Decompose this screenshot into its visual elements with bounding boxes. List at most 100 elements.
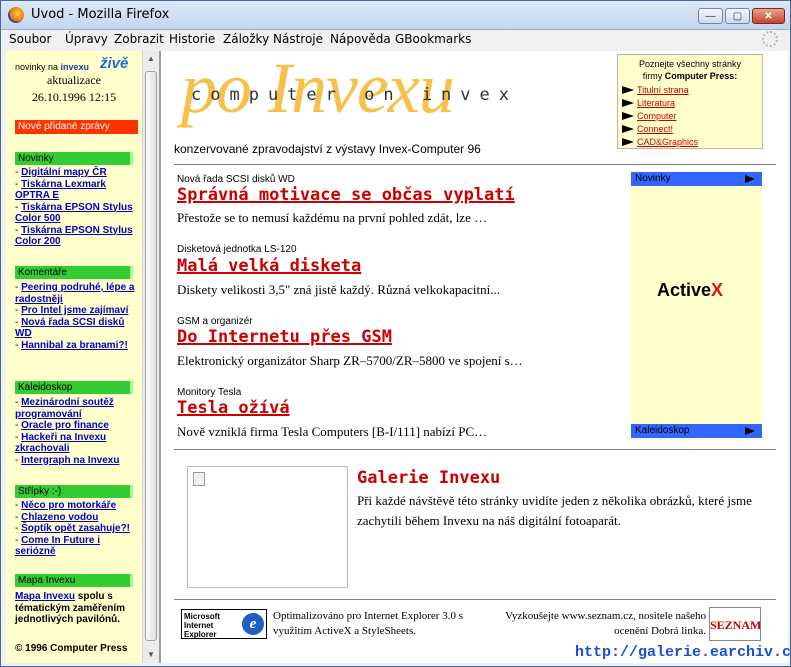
cp-heading: Poznejte všechny stránky firmy Computer P… bbox=[638, 59, 742, 81]
activity-throbber-icon bbox=[762, 31, 778, 47]
cp-link-titulni[interactable]: Titulní strana bbox=[637, 85, 689, 95]
computer-press-box: Poznejte všechny stránky firmy Computer P… bbox=[617, 54, 763, 149]
scroll-thumb[interactable] bbox=[145, 71, 157, 641]
menu-historie[interactable]: Historie bbox=[169, 32, 215, 46]
link-item[interactable]: Digitální mapy ČR bbox=[21, 167, 107, 178]
ad-novinky-bar[interactable]: Novinky bbox=[631, 172, 762, 186]
news-excerpt: Přestože se to nemusí každému na první p… bbox=[177, 210, 488, 225]
link-item[interactable]: Chlazeno vodou bbox=[21, 512, 98, 523]
update-time: 26.10.1996 12:15 bbox=[31, 90, 117, 104]
menu-gbookmarks[interactable]: GBookmarks bbox=[395, 32, 471, 46]
section-stripky[interactable]: Střípky :-) bbox=[15, 485, 133, 498]
divider bbox=[174, 164, 776, 165]
link-item[interactable]: Pro Intel jsme zajímaví bbox=[21, 305, 128, 316]
broken-image-icon bbox=[193, 472, 205, 486]
link-item[interactable]: Peering podruhé, lépe a radostněji bbox=[15, 282, 134, 305]
main-content-frame: po Invexu computer on invex konzervované… bbox=[159, 51, 788, 663]
gallery-title[interactable]: Galerie Invexu bbox=[357, 468, 500, 488]
ie-badge-text: Microsoft Internet Explorer bbox=[184, 612, 220, 639]
ie-badge[interactable]: Microsoft Internet Explorer e bbox=[181, 609, 267, 639]
menu-soubor[interactable]: Soubor bbox=[9, 32, 51, 46]
news-headline[interactable]: Malá velká disketa bbox=[177, 256, 361, 276]
news-excerpt: Nově vzniklá firma Tesla Computers [B-I/… bbox=[177, 424, 488, 439]
logo-brand: invexu bbox=[60, 62, 90, 72]
scroll-up-icon[interactable]: ▲ bbox=[143, 51, 159, 67]
menu-zobrazit[interactable]: Zobrazit bbox=[114, 32, 164, 46]
section-novinky[interactable]: Novinky bbox=[15, 152, 133, 165]
section-kaleidoskop[interactable]: Kaleidoskop bbox=[15, 381, 133, 394]
arrow-right-icon bbox=[745, 175, 755, 183]
scroll-down-icon[interactable]: ▼ bbox=[143, 647, 159, 663]
cp-link-row: Computer bbox=[622, 111, 677, 121]
window-title: Uvod - Mozilla Firefox bbox=[31, 7, 170, 22]
mapa-link[interactable]: Mapa Invexu bbox=[15, 591, 75, 602]
news-headline[interactable]: Správná motivace se občas vyplatí bbox=[177, 185, 515, 205]
cp-link-cad[interactable]: CAD&Graphics bbox=[637, 137, 698, 147]
copyright: © 1996 Computer Press bbox=[15, 643, 128, 654]
arrow-icon bbox=[622, 138, 634, 146]
link-item[interactable]: Oracle pro finance bbox=[21, 420, 109, 431]
minimize-button[interactable]: — bbox=[698, 8, 723, 24]
internet-explorer-icon: e bbox=[242, 613, 264, 635]
menu-nastroje[interactable]: Nástroje bbox=[273, 32, 323, 46]
news-excerpt: Diskety velikosti 3,5" zná jistě každý. … bbox=[177, 282, 501, 297]
cp-link-row: Connect! bbox=[622, 124, 673, 134]
maximize-button[interactable]: ▢ bbox=[725, 8, 750, 24]
arrow-icon bbox=[622, 86, 634, 94]
close-button[interactable]: ✕ bbox=[752, 8, 785, 24]
section-komentare[interactable]: Komentáře bbox=[15, 266, 133, 279]
menu-upravy[interactable]: Úpravy bbox=[65, 32, 108, 46]
news-category: GSM a organizér bbox=[177, 316, 253, 327]
firefox-logo-icon bbox=[8, 7, 24, 23]
arrow-icon bbox=[622, 112, 634, 120]
link-item[interactable]: Tiskárna Lexmark OPTRA E bbox=[15, 179, 106, 202]
link-item[interactable]: Tiskárna EPSON Stylus Color 500 bbox=[15, 202, 133, 225]
gallery-text: Při každé návštěvě této stránky uvidíte … bbox=[357, 493, 752, 528]
tagline: konzervované zpravodajství z výstavy Inv… bbox=[174, 142, 481, 156]
browser-window: Uvod - Mozilla Firefox — ▢ ✕ Soubor Úpra… bbox=[0, 0, 791, 667]
news-category: Monitory Tesla bbox=[177, 387, 242, 398]
cp-link-row: Titulní strana bbox=[622, 85, 689, 95]
link-item[interactable]: Hackeři na Invexu zkrachovali bbox=[15, 432, 106, 455]
link-item[interactable]: Mezinárodní soutěž programování bbox=[15, 397, 114, 420]
logo-live: živě bbox=[100, 55, 129, 72]
cp-link-row: CAD&Graphics bbox=[622, 137, 698, 147]
watermark: http://galerie.earchiv.cz bbox=[575, 644, 791, 661]
link-item[interactable]: Něco pro motorkáře bbox=[21, 500, 116, 511]
update-label: aktualizace bbox=[47, 73, 101, 87]
ad-kaleidoskop-bar[interactable]: Kaleidoskop bbox=[631, 424, 762, 438]
news-excerpt: Elektronický organizátor Sharp ZR–5700/Z… bbox=[177, 353, 523, 368]
news-category: Nová řada SCSI disků WD bbox=[177, 174, 295, 185]
optimized-note: Optimalizováno pro Internet Explorer 3.0… bbox=[273, 610, 464, 637]
gallery-image[interactable] bbox=[187, 466, 348, 588]
cp-link-connect[interactable]: Connect! bbox=[637, 124, 673, 134]
section-mapa[interactable]: Mapa Invexu bbox=[15, 574, 133, 587]
menu-napoveda[interactable]: Nápověda bbox=[330, 32, 391, 46]
link-item[interactable]: Tiskárna EPSON Stylus Color 200 bbox=[15, 225, 133, 248]
arrow-right-icon bbox=[745, 427, 755, 435]
link-item[interactable]: Intergraph na Invexu bbox=[21, 455, 119, 466]
news-headline[interactable]: Do Internetu přes GSM bbox=[177, 327, 392, 347]
link-item[interactable]: Come In Future i seriózně bbox=[15, 535, 100, 558]
arrow-icon bbox=[622, 99, 634, 107]
cp-link-literatura[interactable]: Literatura bbox=[637, 98, 675, 108]
activex-logo: ActiveX bbox=[657, 280, 724, 300]
news-category: Disketová jednotka LS-120 bbox=[177, 244, 297, 255]
cp-link-computer[interactable]: Computer bbox=[637, 111, 677, 121]
news-headline[interactable]: Tesla ožívá bbox=[177, 398, 290, 418]
page-subtitle: computer on invex bbox=[191, 85, 518, 105]
arrow-icon bbox=[622, 125, 634, 133]
mapa-text: Mapa Invexu spolu s tématickým zaměřením… bbox=[15, 591, 126, 625]
seznam-logo[interactable]: SEZNAM bbox=[709, 607, 761, 641]
menu-zalozky[interactable]: Záložky bbox=[223, 32, 269, 46]
activex-ad-box: Novinky ActiveX Kaleidoskop bbox=[631, 172, 762, 440]
divider bbox=[174, 599, 776, 600]
left-scrollbar[interactable]: ▲ ▼ bbox=[142, 51, 159, 663]
link-item[interactable]: Hannibal za branami?! bbox=[21, 340, 128, 351]
link-item[interactable]: Nová řada SCSI disků WD bbox=[15, 317, 124, 340]
menu-bar: Soubor Úpravy Zobrazit Historie Záložky … bbox=[1, 30, 790, 50]
link-item[interactable]: Šoptík opět zasahuje?! bbox=[21, 523, 130, 534]
cp-link-row: Literatura bbox=[622, 98, 675, 108]
new-news-button[interactable]: Nové přidané zprávy bbox=[15, 120, 138, 134]
list-novinky: - Digitální mapy ČR - Tiskárna Lexmark O… bbox=[15, 167, 133, 248]
